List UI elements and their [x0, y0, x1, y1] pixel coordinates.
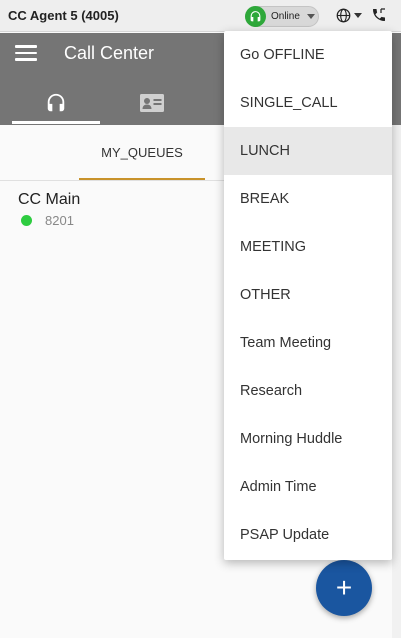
- phone-icon: [373, 8, 385, 21]
- menu-item-other[interactable]: OTHER: [224, 271, 392, 319]
- chevron-down-icon: [306, 14, 315, 19]
- menu-item-go-offline[interactable]: Go OFFLINE: [224, 31, 392, 79]
- menu-item-meeting[interactable]: MEETING: [224, 223, 392, 271]
- tab-my-queues[interactable]: MY_QUEUES: [79, 125, 205, 180]
- menu-item-single-call[interactable]: SINGLE_CALL: [224, 79, 392, 127]
- menu-item-research[interactable]: Research: [224, 367, 392, 415]
- queue-name: CC Main: [18, 191, 81, 208]
- phone-button[interactable]: [371, 7, 387, 28]
- queue-meta: 8201: [18, 213, 218, 228]
- contact-card-icon: [140, 94, 164, 112]
- menu-item-team-meeting[interactable]: Team Meeting: [224, 319, 392, 367]
- queue-tab-underline: [79, 178, 205, 180]
- top-status-bar: CC Agent 5 (4005) Online: [0, 0, 401, 32]
- queue-extension: 8201: [45, 213, 74, 228]
- menu-item-lunch[interactable]: LUNCH: [224, 127, 392, 175]
- status-dropdown-menu: Go OFFLINE SINGLE_CALL LUNCH BREAK MEETI…: [224, 31, 392, 560]
- agent-name: CC Agent 5 (4005): [8, 8, 119, 23]
- chevron-down-icon: [354, 13, 362, 18]
- status-selector[interactable]: Online: [245, 6, 319, 27]
- status-label: Online: [271, 11, 300, 22]
- tab-contacts[interactable]: [108, 81, 196, 125]
- menu-item-admin-time[interactable]: Admin Time: [224, 463, 392, 511]
- menu-item-psap-update[interactable]: PSAP Update: [224, 511, 392, 559]
- app-title: Call Center: [64, 43, 155, 63]
- headset-icon: [47, 93, 65, 112]
- menu-item-morning-huddle[interactable]: Morning Huddle: [224, 415, 392, 463]
- tab-queues[interactable]: [12, 81, 100, 125]
- add-button[interactable]: +: [316, 560, 372, 616]
- menu-item-break[interactable]: BREAK: [224, 175, 392, 223]
- scrollbar-track[interactable]: [392, 125, 401, 638]
- status-dot-icon: [21, 215, 32, 226]
- active-tab-indicator: [12, 121, 100, 124]
- headset-status-icon: [245, 6, 266, 27]
- language-button[interactable]: [336, 8, 362, 23]
- globe-icon: [336, 8, 351, 23]
- queue-list-item[interactable]: CC Main 8201: [18, 191, 218, 233]
- hamburger-menu-button[interactable]: [15, 45, 37, 61]
